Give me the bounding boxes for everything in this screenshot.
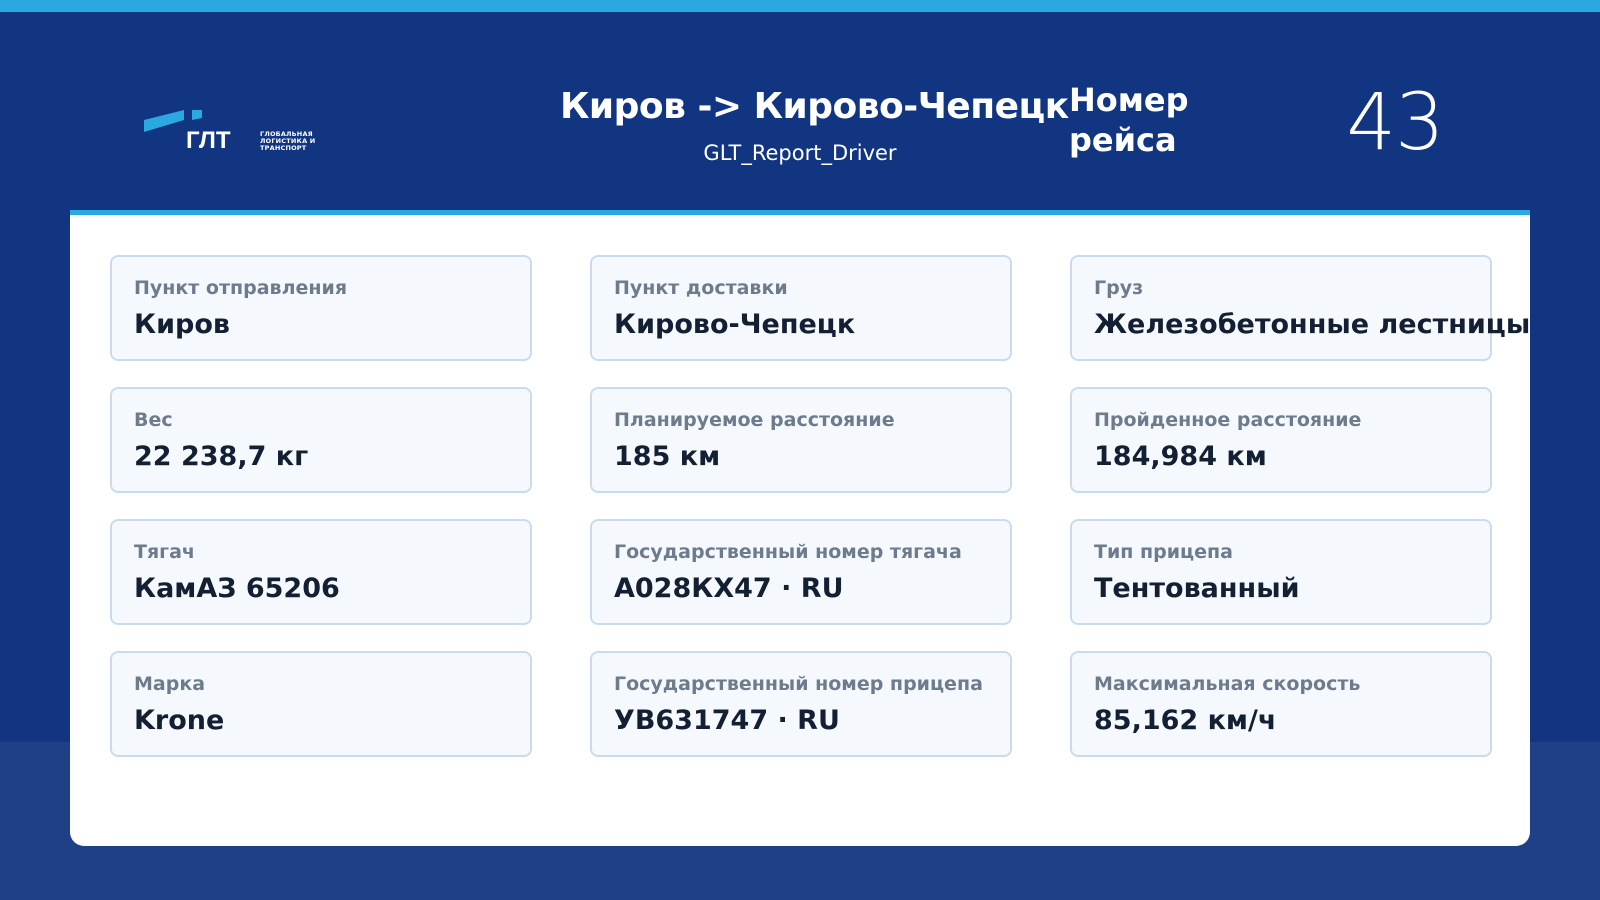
card-label: Пройденное расстояние xyxy=(1094,409,1362,431)
card-value: 85,162 км/ч xyxy=(1094,705,1277,736)
card-value: КамАЗ 65206 xyxy=(134,573,340,604)
trip-number-label: Номер рейса xyxy=(1069,81,1189,159)
card-value: А028КХ47 · RU xyxy=(614,573,844,604)
card-label: Государственный номер тягача xyxy=(614,541,962,563)
card-label: Планируемое расстояние xyxy=(614,409,895,431)
card-value: Киров xyxy=(134,309,230,340)
card-value: 185 км xyxy=(614,441,721,472)
company-logo: ГЛТ ГЛОБАЛЬНАЯ ЛОГИСТИКА И ТРАНСПОРТ xyxy=(144,110,324,154)
card-cargo: Груз Железобетонные лестницы xyxy=(1070,255,1530,361)
details-panel: Пункт отправления Киров Пункт доставки К… xyxy=(70,210,1530,846)
logo-tagline: ГЛОБАЛЬНАЯ ЛОГИСТИКА И ТРАНСПОРТ xyxy=(260,130,316,152)
card-departure-point: Пункт отправления Киров xyxy=(110,255,532,361)
card-trailer-type: Тип прицепа Тентованный xyxy=(1070,519,1492,625)
card-label: Пункт доставки xyxy=(614,277,788,299)
card-value: 22 238,7 кг xyxy=(134,441,309,472)
card-max-speed: Максимальная скорость 85,162 км/ч xyxy=(1070,651,1492,757)
card-label: Пункт отправления xyxy=(134,277,348,299)
card-weight: Вес 22 238,7 кг xyxy=(110,387,532,493)
card-tractor-plate: Государственный номер тягача А028КХ47 · … xyxy=(590,519,1012,625)
card-label: Максимальная скорость xyxy=(1094,673,1361,695)
card-trailer-plate: Государственный номер прицепа УВ631747 ·… xyxy=(590,651,1012,757)
card-value: Кирово-Чепецк xyxy=(614,309,856,340)
card-label: Марка xyxy=(134,673,206,695)
card-value: 184,984 км xyxy=(1094,441,1267,472)
card-value: Krone xyxy=(134,705,225,736)
card-value: УВ631747 · RU xyxy=(614,705,840,736)
trip-number: 43 xyxy=(1346,78,1444,168)
card-delivery-point: Пункт доставки Кирово-Чепецк xyxy=(590,255,1012,361)
card-brand: Марка Krone xyxy=(110,651,532,757)
card-value: Тентованный xyxy=(1094,573,1300,604)
card-label: Тягач xyxy=(134,541,195,563)
logo-text: ГЛТ xyxy=(186,127,231,154)
report-name: GLT_Report_Driver xyxy=(703,141,897,165)
card-label: Тип прицепа xyxy=(1094,541,1233,563)
card-distance-traveled: Пройденное расстояние 184,984 км xyxy=(1070,387,1492,493)
card-tractor: Тягач КамАЗ 65206 xyxy=(110,519,532,625)
card-label: Вес xyxy=(134,409,173,431)
card-label: Груз xyxy=(1094,277,1144,299)
top-accent-bar xyxy=(0,0,1600,12)
card-planned-distance: Планируемое расстояние 185 км xyxy=(590,387,1012,493)
route-title: Киров -> Кирово-Чепецк xyxy=(560,86,1069,127)
card-value: Железобетонные лестницы xyxy=(1094,309,1531,340)
card-label: Государственный номер прицепа xyxy=(614,673,983,695)
